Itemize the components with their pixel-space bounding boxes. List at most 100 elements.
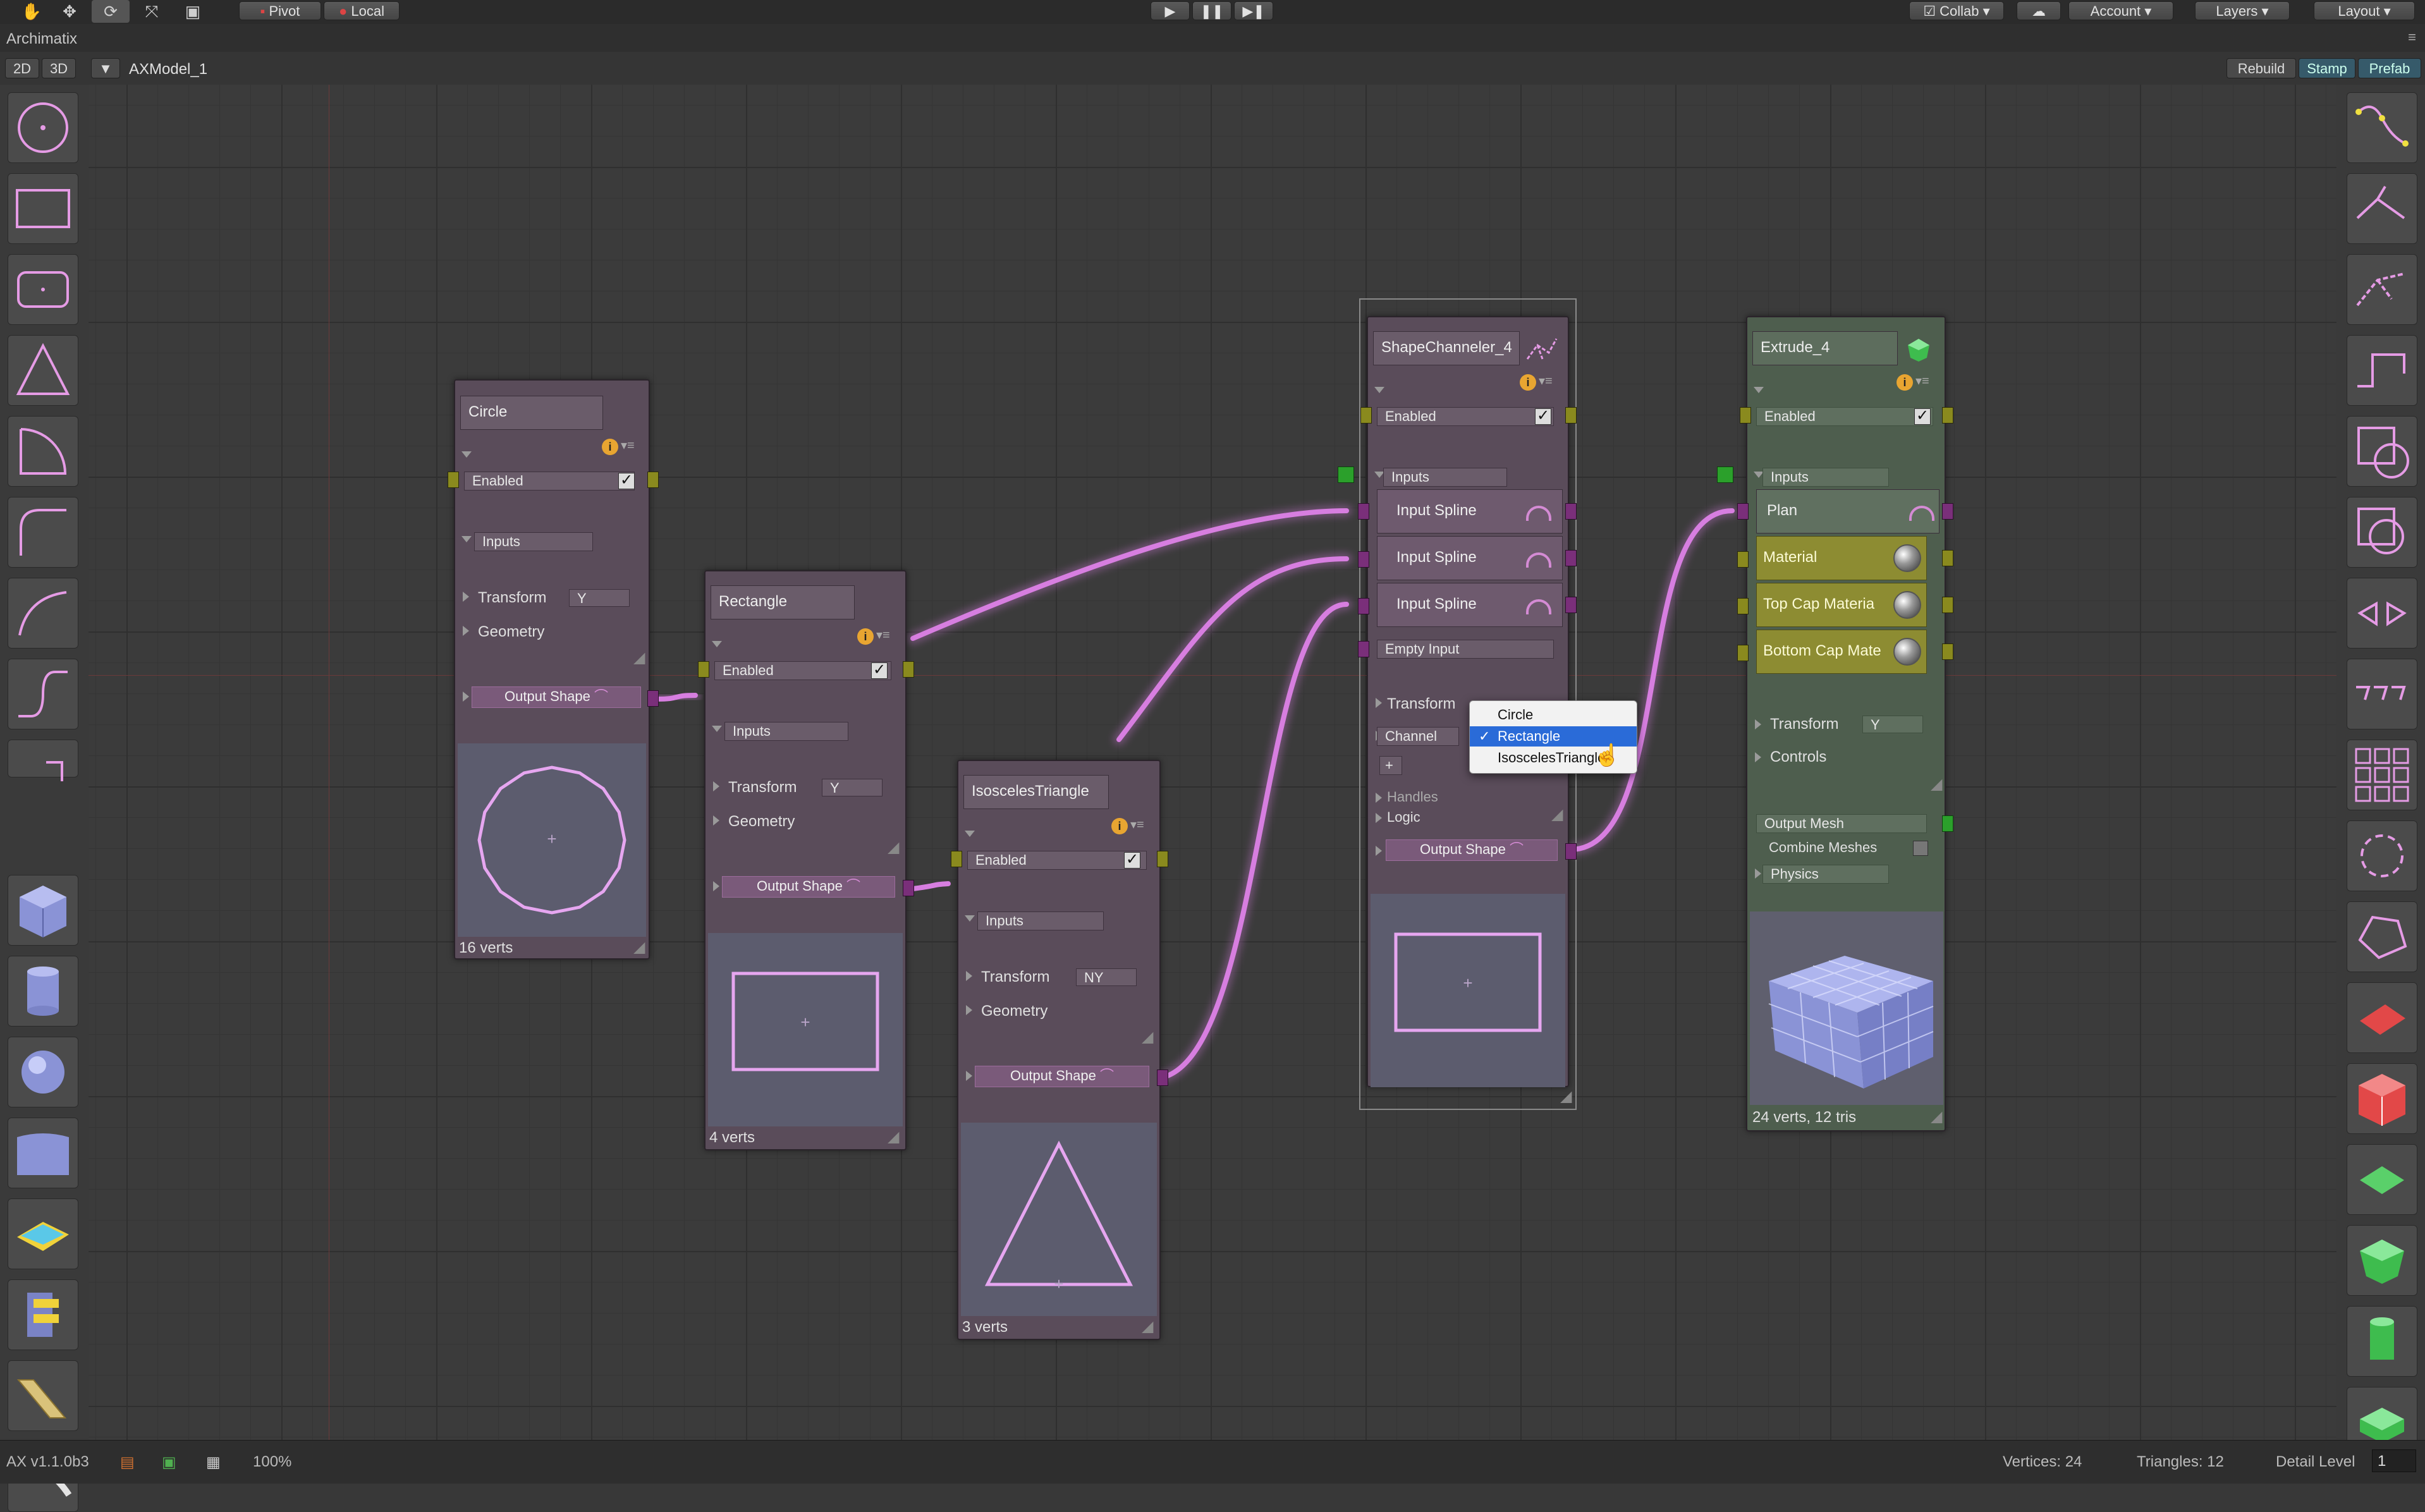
inputs-section[interactable]: Inputs <box>724 722 848 741</box>
transform-expand-icon[interactable] <box>1755 719 1761 729</box>
collapse-icon[interactable] <box>1754 387 1764 393</box>
collab-dropdown[interactable]: ☑ Collab ▾ <box>1909 1 2004 20</box>
mirror-button[interactable] <box>2347 578 2417 649</box>
combine-button[interactable] <box>2347 497 2417 568</box>
resize-handle-icon[interactable]: ◢ <box>888 840 901 855</box>
spline3-out-knob[interactable] <box>1565 597 1577 613</box>
layout-dropdown[interactable]: Layout ▾ <box>2314 1 2415 20</box>
curved-panel-button[interactable] <box>8 1118 78 1188</box>
scale-tool-icon[interactable]: ⤧ <box>133 0 171 23</box>
output-shape-port[interactable]: Output Shape ⌒ <box>975 1066 1149 1087</box>
pipe-button[interactable] <box>2347 1306 2417 1377</box>
info-icon[interactable]: i <box>602 439 618 455</box>
collapse-icon[interactable] <box>461 451 472 458</box>
menu-icon[interactable]: ▾≡ <box>621 437 635 453</box>
mode-2d-button[interactable]: 2D <box>5 58 39 78</box>
inputs-section[interactable]: Inputs <box>977 911 1104 930</box>
combine-meshes-checkbox[interactable] <box>1913 841 1928 856</box>
fillet-button[interactable] <box>8 497 78 568</box>
resize-handle-icon[interactable]: ◢ <box>1551 807 1565 822</box>
node-graph-canvas[interactable] <box>0 85 2425 1440</box>
enabled-checkbox[interactable]: ✓ <box>1124 852 1140 869</box>
sphere-mesh-button[interactable] <box>8 1037 78 1107</box>
output-knob[interactable] <box>903 880 914 896</box>
inputs-section[interactable]: Inputs <box>474 532 593 551</box>
material-in-knob[interactable] <box>1737 551 1749 568</box>
spline2-out-knob[interactable] <box>1565 550 1577 566</box>
play-button[interactable]: ▶ <box>1151 1 1190 20</box>
channel-label[interactable]: Channel <box>1377 727 1459 746</box>
transform-axis-field[interactable]: NY <box>1076 968 1137 986</box>
enabled-right-knob[interactable] <box>903 661 914 678</box>
enabled-checkbox[interactable]: ✓ <box>618 473 635 489</box>
transform-label[interactable]: Transform <box>478 589 546 607</box>
extrude-node[interactable]: Extrude_4 i ▾≡ Enabled ✓ Inputs Plan Mat… <box>1717 316 1953 1131</box>
transform-label[interactable]: Transform <box>1387 695 1455 713</box>
material-out-knob[interactable] <box>1942 550 1953 566</box>
top-cap-out-knob[interactable] <box>1942 597 1953 613</box>
info-icon[interactable]: i <box>1520 374 1536 391</box>
collapse-icon[interactable] <box>712 641 722 647</box>
curve-button[interactable] <box>8 578 78 649</box>
handles-expand-icon[interactable] <box>1376 793 1382 803</box>
pivot-button[interactable]: ▪ Pivot <box>239 1 321 20</box>
output-expand-icon[interactable] <box>463 692 469 702</box>
output-mesh-knob[interactable] <box>1942 815 1953 832</box>
controls-label[interactable]: Controls <box>1770 748 1826 766</box>
enabled-left-knob[interactable] <box>1360 407 1372 424</box>
account-dropdown[interactable]: Account ▾ <box>2068 1 2173 20</box>
bottom-cap-out-knob[interactable] <box>1942 643 1953 660</box>
info-icon[interactable]: i <box>1111 818 1128 834</box>
transform-label[interactable]: Transform <box>728 779 797 796</box>
plan-out-knob[interactable] <box>1942 503 1953 520</box>
arc-button[interactable] <box>8 416 78 487</box>
enabled-left-knob[interactable] <box>698 661 709 678</box>
transform-label[interactable]: Transform <box>1770 716 1838 733</box>
physics-expand-icon[interactable] <box>1755 869 1761 879</box>
cloud-button[interactable]: ☁ <box>2017 1 2061 20</box>
bottom-cap-material-slot[interactable]: Bottom Cap Mate <box>1756 630 1927 674</box>
output-shape-port[interactable]: Output Shape ⌒ <box>472 686 641 708</box>
resize-handle-icon[interactable]: ◢ <box>1931 777 1945 792</box>
stair-building-button[interactable] <box>8 1279 78 1350</box>
transform-expand-icon[interactable] <box>463 592 469 602</box>
output-expand-icon[interactable] <box>1376 846 1382 856</box>
transform-axis-field[interactable]: Y <box>1862 716 1923 733</box>
corner-button[interactable] <box>8 740 78 781</box>
menu-icon[interactable]: ▾≡ <box>1915 373 1929 389</box>
rectangle-shape-button[interactable] <box>8 173 78 244</box>
rect-tool-icon[interactable]: ▣ <box>174 0 212 23</box>
output-knob[interactable] <box>647 690 659 707</box>
output-expand-icon[interactable] <box>966 1071 972 1081</box>
node-title[interactable]: Circle <box>460 396 603 430</box>
rectangle-node[interactable]: Rectangle i ▾≡ Enabled ✓ Inputs Transfor… <box>698 570 914 1150</box>
box-mesh-button[interactable] <box>8 875 78 946</box>
top-cap-material-slot[interactable]: Top Cap Materia <box>1756 583 1927 627</box>
freeform-button[interactable] <box>2347 901 2417 972</box>
geometry-label[interactable]: Geometry <box>728 813 795 831</box>
bottom-cap-in-knob[interactable] <box>1737 645 1749 661</box>
grid-button[interactable] <box>2347 740 2417 810</box>
plan-in-knob[interactable] <box>1737 503 1749 520</box>
inputs-section[interactable]: Inputs <box>1762 468 1889 487</box>
logic-expand-icon[interactable] <box>1376 813 1382 823</box>
inputs-expand-icon[interactable] <box>461 536 472 542</box>
enabled-left-knob[interactable] <box>448 472 459 488</box>
output-knob[interactable] <box>1157 1070 1168 1086</box>
grid-repeater-button[interactable] <box>2347 659 2417 729</box>
transform-expand-icon[interactable] <box>713 781 719 791</box>
info-icon[interactable]: i <box>857 628 874 645</box>
spline1-in-knob[interactable] <box>1358 503 1369 520</box>
inputs-section[interactable]: Inputs <box>1383 468 1507 487</box>
grid-snap-icon[interactable]: ▦ <box>206 1453 221 1472</box>
handles-label[interactable]: Handles <box>1387 789 1438 805</box>
lathe-button[interactable] <box>2347 1144 2417 1215</box>
enabled-checkbox[interactable]: ✓ <box>1914 408 1931 425</box>
info-icon[interactable]: i <box>1897 374 1913 391</box>
empty-input-knob[interactable] <box>1358 641 1369 657</box>
spline1-out-knob[interactable] <box>1565 503 1577 520</box>
circle-node[interactable]: Circle i ▾≡ Enabled ✓ Inputs Transform Y… <box>448 379 659 960</box>
transform-expand-icon[interactable] <box>966 971 972 981</box>
resize-handle-icon[interactable]: ◢ <box>1560 1089 1574 1104</box>
detail-level-input[interactable]: 1 <box>2372 1449 2416 1472</box>
